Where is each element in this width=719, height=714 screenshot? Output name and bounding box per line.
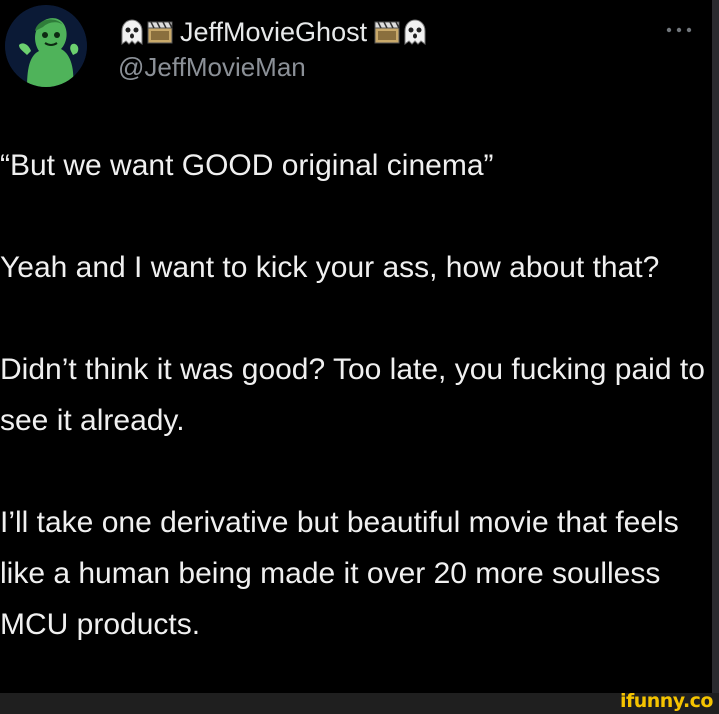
user-handle[interactable]: @JeffMovieMan [118, 52, 429, 83]
green-ghost-avatar-icon [5, 5, 87, 87]
display-name[interactable]: JeffMovieGhost [180, 17, 367, 48]
tweet-text: “But we want GOOD original cinema” Yeah … [0, 140, 706, 650]
ghost-icon [118, 18, 146, 46]
tweet-paragraph: I’ll take one derivative but beautiful m… [0, 506, 679, 641]
tweet-paragraph: Yeah and I want to kick your ass, how ab… [0, 251, 660, 284]
ifunny-watermark: ifunny.co [619, 690, 714, 712]
watermark-bar [0, 693, 719, 714]
tweet-paragraph: Didn’t think it was good? Too late, you … [0, 353, 705, 437]
scrollbar-track [712, 0, 719, 693]
tweet-header: JeffMovieGhost @JeffMovieMan [118, 14, 429, 83]
ghost-icon [401, 18, 429, 46]
film-clapper-icon [146, 18, 174, 46]
tweet-paragraph: “But we want GOOD original cinema” [0, 149, 494, 182]
more-options-icon[interactable] [664, 22, 694, 33]
display-name-row[interactable]: JeffMovieGhost [118, 14, 429, 50]
tweet-card: JeffMovieGhost @JeffMovieMan “But we wan… [0, 0, 712, 693]
film-clapper-icon [373, 18, 401, 46]
avatar[interactable] [5, 5, 87, 87]
